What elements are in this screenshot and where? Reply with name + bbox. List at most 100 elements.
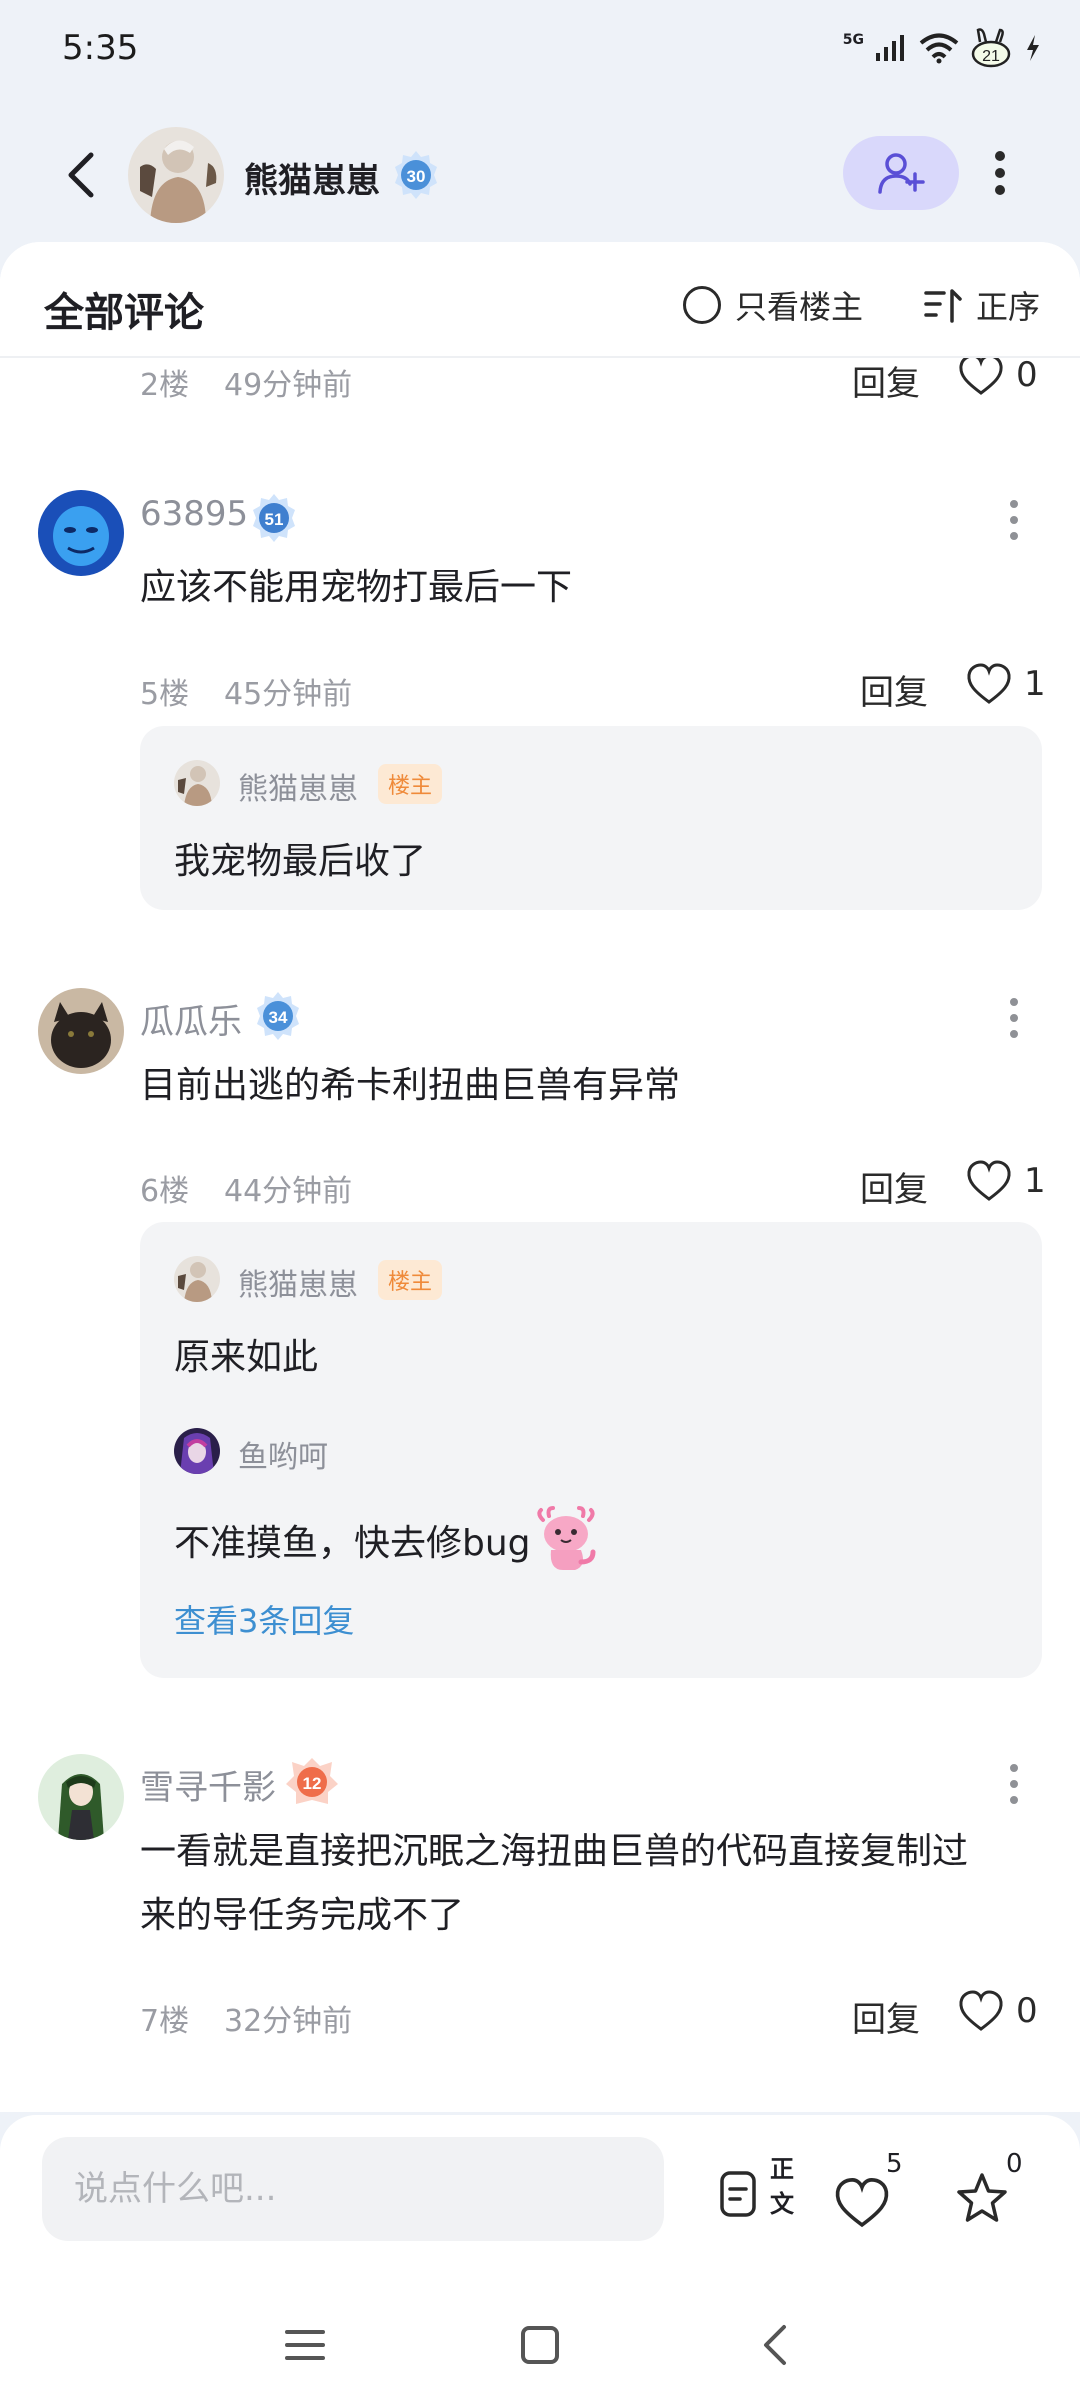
body-label: 正文 [770,2155,794,2218]
back-arrow-icon [68,152,94,198]
floor-number: 7楼 [140,2004,190,2039]
author-avatar-image [128,127,224,223]
battery-icon: 21 [971,28,1011,68]
wifi-icon [919,33,959,64]
commenter-avatar[interactable] [38,1754,124,1840]
svg-text:30: 30 [407,167,426,186]
commenter-avatar[interactable] [38,988,124,1074]
follow-button[interactable] [843,136,959,210]
system-back-button[interactable] [744,2315,804,2375]
reply-author[interactable]: 熊猫崽崽 [238,1260,358,1304]
author-avatar[interactable] [128,127,224,223]
heart-icon [835,2178,889,2228]
more-options-button[interactable] [985,145,1015,201]
like-button[interactable]: 0 [958,1990,1038,2032]
only-op-toggle[interactable]: 只看楼主 [683,282,863,328]
commenter-name[interactable]: 瓜瓜乐 [140,994,242,1043]
axolotl-sticker-icon [536,1506,596,1570]
commenter-name[interactable]: 雪寻千影 [140,1760,276,1809]
network-label: 5G [842,32,864,48]
comment-time: 44分钟前 [224,1174,353,1209]
reply-avatar[interactable] [174,1256,220,1302]
heart-icon [967,663,1011,704]
bottom-bar: 正文 5 0 [0,2115,1080,2400]
system-nav-bar [0,2285,1080,2385]
comment-meta: 2楼 49分钟前 回复 0 [140,354,1040,404]
more-dot-icon [1010,532,1018,540]
reply-button[interactable]: 回复 [860,665,928,714]
like-button[interactable]: 0 [958,354,1038,396]
reply-button[interactable]: 回复 [852,1992,920,2041]
author-name[interactable]: 熊猫崽崽 [244,153,380,202]
like-button[interactable]: 1 [966,1160,1046,1202]
more-dot-icon [995,151,1005,161]
home-button[interactable] [510,2315,570,2375]
document-icon [720,2171,756,2217]
comment-text-line: 来的导任务完成不了 [140,1895,465,1936]
sort-toggle[interactable]: 正序 [924,282,1040,328]
more-dot-icon [1010,1796,1018,1804]
reply-text: 我宠物最后收了 [174,841,427,882]
comment-more-button[interactable] [1008,500,1020,540]
comment-time: 32分钟前 [224,2004,353,2039]
reply-avatar[interactable] [174,1428,220,1474]
reply-thread[interactable]: 熊猫崽崽 楼主 原来如此 鱼哟呵 不准摸鱼，快去修bug 查看3条回复 [140,1222,1042,1678]
reply-button[interactable]: 回复 [852,356,920,405]
level-badge: 12 [284,1756,340,1812]
like-count: 0 [1016,1991,1038,2031]
only-op-label: 只看楼主 [735,288,864,326]
author-level-badge: 30 [390,149,442,205]
svg-text:12: 12 [303,1774,322,1793]
commenter-name[interactable]: 63895 [140,494,248,534]
like-count: 5 [886,2149,903,2179]
heart-icon [959,354,1003,395]
sort-label: 正序 [976,288,1041,326]
view-post-button[interactable]: 正文 [708,2155,794,2237]
reply-button[interactable]: 回复 [860,1162,928,1211]
comment-input[interactable] [42,2137,664,2241]
level-badge: 34 [252,990,304,1046]
recent-apps-button[interactable] [275,2315,335,2375]
svg-text:51: 51 [265,510,284,529]
reply-avatar[interactable] [174,760,220,806]
view-more-replies-link[interactable]: 查看3条回复 [174,1596,354,1642]
sort-icon [924,289,962,323]
comment-text: 一看就是直接把沉眠之海扭曲巨兽的代码直接复制过 来的导任务完成不了 [140,1820,1040,1948]
status-bar: 5:35 5G 21 [0,0,1080,100]
comment-time: 49分钟前 [224,368,353,403]
like-post-button[interactable]: 5 [832,2149,912,2237]
comments-panel: 全部评论 只看楼主 正序 2楼 49分钟前 回复 0 63895 51 应该不能… [0,242,1080,2112]
more-dot-icon [1010,1030,1018,1038]
back-arrow-icon [764,2325,786,2365]
more-dot-icon [995,168,1005,178]
radio-icon [683,286,721,324]
heart-icon [959,1990,1003,2031]
star-count: 0 [1006,2149,1023,2179]
comment-meta: 6楼 44分钟前 回复 1 [140,1160,1046,1211]
title-bar: 熊猫崽崽 30 [0,115,1080,235]
like-count: 1 [1024,1161,1046,1201]
like-button[interactable]: 1 [966,663,1046,705]
comment-more-button[interactable] [1008,1764,1020,1804]
more-dot-icon [1010,998,1018,1006]
more-dot-icon [1010,1764,1018,1772]
svg-text:34: 34 [269,1008,288,1027]
favorite-button[interactable]: 0 [950,2149,1030,2237]
comment-more-button[interactable] [1008,998,1020,1038]
comments-header: 全部评论 只看楼主 正序 [0,242,1080,358]
home-square-icon [521,2326,559,2364]
reply-author[interactable]: 熊猫崽崽 [238,764,358,808]
reply-author[interactable]: 鱼哟呵 [238,1432,328,1476]
op-tag: 楼主 [378,764,443,804]
reply-text-row: 不准摸鱼，快去修bug [174,1506,597,1574]
comment-meta: 7楼 32分钟前 回复 0 [140,1990,1040,2040]
more-dot-icon [1010,500,1018,508]
back-button[interactable] [52,145,108,205]
floor-number: 5楼 [140,677,190,712]
more-dot-icon [1010,516,1018,524]
signal-icon [876,35,904,61]
reply-thread[interactable]: 熊猫崽崽 楼主 我宠物最后收了 [140,726,1042,910]
status-time: 5:35 [62,28,139,68]
commenter-avatar[interactable] [38,490,124,576]
like-count: 0 [1016,355,1038,395]
